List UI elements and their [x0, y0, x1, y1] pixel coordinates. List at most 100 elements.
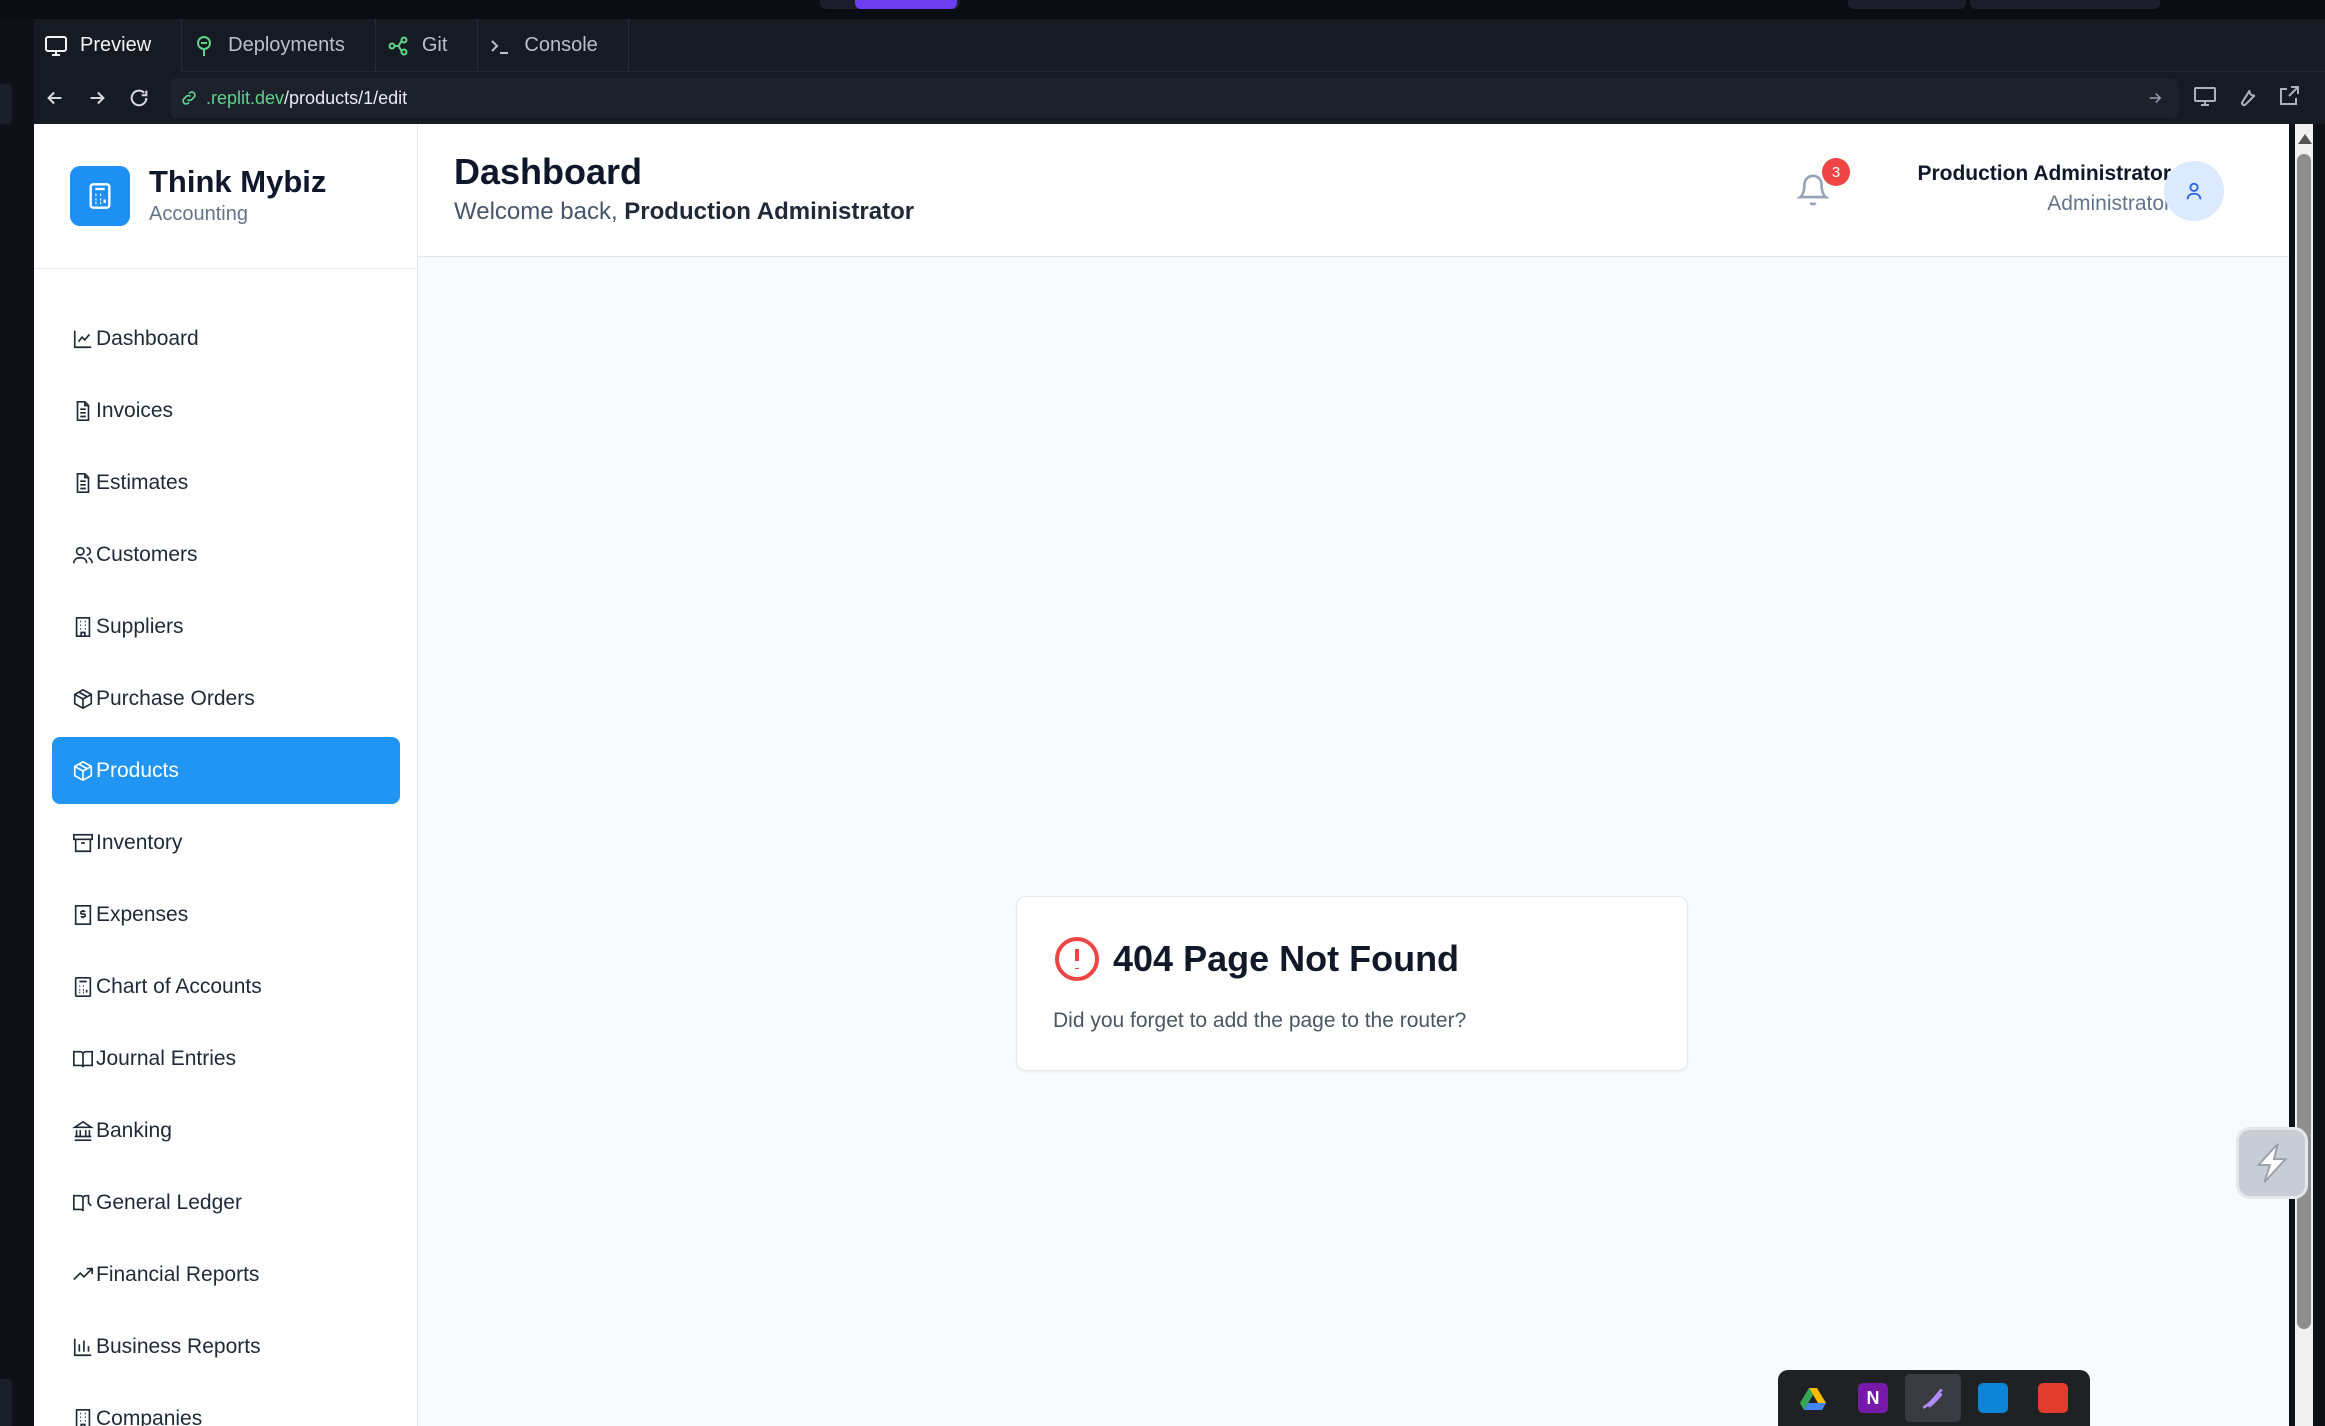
sidebar-item-general-ledger[interactable]: General Ledger	[52, 1169, 400, 1236]
sidebar-item-label: Customers	[96, 542, 198, 566]
ide-tab-bar: Preview Deployments Git Console	[34, 19, 2325, 72]
wrench-icon[interactable]	[2235, 84, 2259, 108]
url-input[interactable]: .replit.dev /products/1/edit	[170, 78, 2178, 118]
sidebar-item-label: Chart of Accounts	[96, 974, 262, 998]
avatar[interactable]	[2164, 161, 2224, 221]
tab-preview[interactable]: Preview	[34, 19, 183, 72]
sidebar-item-journal-entries[interactable]: Journal Entries	[52, 1025, 400, 1092]
sidebar-item-inventory[interactable]: Inventory	[52, 809, 400, 876]
sidebar-item-chart-of-accounts[interactable]: Chart of Accounts	[52, 953, 400, 1020]
sidebar-nav: Dashboard Invoices Estimates Customers S…	[52, 305, 400, 1426]
store-icon[interactable]	[1978, 1383, 2008, 1413]
receipt-icon	[74, 904, 92, 925]
landmark-icon	[72, 1120, 94, 1141]
gutter-mark	[0, 84, 12, 124]
file-text-icon	[76, 472, 90, 493]
not-found-message: Did you forget to add the page to the ro…	[1053, 1009, 1467, 1032]
welcome-prefix: Welcome back,	[454, 198, 618, 225]
pen-app-icon[interactable]	[1905, 1374, 1961, 1422]
building-icon	[75, 616, 91, 637]
sidebar-item-estimates[interactable]: Estimates	[52, 449, 400, 516]
sidebar-item-dashboard[interactable]: Dashboard	[52, 305, 400, 372]
sidebar-item-label: Purchase Orders	[96, 686, 255, 710]
tab-label: Console	[524, 34, 598, 56]
sidebar-item-business-reports[interactable]: Business Reports	[52, 1313, 400, 1380]
sidebar-item-suppliers[interactable]: Suppliers	[52, 593, 400, 660]
notification-badge: 3	[1822, 158, 1850, 186]
url-path: /products/1/edit	[284, 87, 408, 108]
left-gutter	[0, 19, 34, 1426]
trending-up-icon	[73, 1267, 93, 1280]
sidebar-item-financial-reports[interactable]: Financial Reports	[52, 1241, 400, 1308]
floating-assistant-button[interactable]	[2236, 1127, 2308, 1199]
brand-subtitle: Accounting	[149, 203, 248, 225]
user-name: Production Administrator	[1917, 162, 2171, 185]
not-found-heading: 404 Page Not Found	[1113, 938, 1460, 979]
arrow-left-icon	[47, 91, 62, 105]
sidebar-item-companies[interactable]: Companies	[52, 1385, 400, 1426]
sidebar-item-banking[interactable]: Banking	[52, 1097, 400, 1164]
gutter-mark	[0, 1379, 12, 1426]
go-arrow-icon[interactable]	[2146, 89, 2164, 107]
url-actions	[2193, 84, 2301, 108]
sidebar-item-label: Business Reports	[96, 1334, 261, 1358]
welcome-text: Welcome back, Production Administrator	[454, 198, 914, 226]
sidebar-item-label: Financial Reports	[96, 1262, 260, 1286]
tab-label: Git	[421, 34, 448, 56]
sidebar-item-label: Banking	[96, 1118, 172, 1142]
url-domain: .replit.dev	[206, 87, 285, 108]
tab-deployments[interactable]: Deployments	[182, 19, 376, 72]
drive-icon[interactable]	[1798, 1383, 1828, 1413]
package-icon	[73, 760, 93, 781]
sidebar-item-label: Journal Entries	[96, 1046, 237, 1070]
book-icon	[73, 1194, 92, 1211]
sidebar-item-label: Inventory	[96, 830, 183, 854]
sidebar-item-expenses[interactable]: Expenses	[52, 881, 400, 948]
back-button[interactable]	[34, 77, 76, 119]
book-open-icon	[73, 1050, 93, 1067]
onenote-icon[interactable]: N	[1858, 1383, 1888, 1413]
users-icon	[73, 546, 93, 563]
building-icon	[75, 1408, 91, 1426]
reload-icon	[130, 89, 148, 107]
deploy-icon	[197, 35, 212, 56]
bar-chart-icon	[73, 1338, 92, 1356]
git-icon	[388, 36, 408, 55]
sidebar-item-label: Products	[96, 758, 179, 782]
top-pill	[1848, 0, 1966, 9]
sidebar-item-label: Invoices	[96, 398, 174, 422]
chart-line-icon	[73, 330, 92, 348]
sidebar-item-label: Expenses	[96, 902, 189, 926]
sidebar-item-invoices[interactable]: Invoices	[52, 377, 400, 444]
brand[interactable]: Think Mybiz Accounting	[34, 124, 417, 269]
user-role: Administrator	[2047, 192, 2171, 215]
sidebar-item-label: Suppliers	[96, 614, 184, 638]
arrow-right-icon	[90, 91, 105, 105]
archive-icon	[73, 833, 93, 852]
forward-button[interactable]	[76, 77, 118, 119]
tab-label: Preview	[80, 34, 152, 56]
brand-name: Think Mybiz	[149, 164, 327, 199]
tab-git[interactable]: Git	[376, 19, 479, 72]
sidebar: Think Mybiz Accounting Dashboard Invoice…	[34, 124, 418, 1426]
vertical-scrollbar[interactable]	[2289, 124, 2325, 1426]
sidebar-item-label: General Ledger	[96, 1190, 242, 1214]
sidebar-item-label: Dashboard	[96, 326, 199, 350]
package-icon	[73, 688, 93, 709]
bolt-icon	[2256, 1143, 2288, 1183]
scroll-up-arrow-icon[interactable]	[2298, 134, 2312, 144]
sidebar-item-label: Companies	[96, 1406, 203, 1426]
external-link-icon[interactable]	[2277, 84, 2301, 108]
tab-label: Deployments	[228, 34, 345, 56]
reload-button[interactable]	[118, 77, 160, 119]
sidebar-item-purchase-orders[interactable]: Purchase Orders	[52, 665, 400, 732]
devices-icon[interactable]	[2193, 84, 2217, 108]
alert-circle-icon	[1055, 937, 1099, 981]
taskbar: N	[1778, 1370, 2090, 1426]
sidebar-item-products[interactable]: Products	[52, 737, 400, 804]
remote-icon[interactable]	[2038, 1383, 2068, 1413]
sidebar-item-customers[interactable]: Customers	[52, 521, 400, 588]
user-icon	[2186, 182, 2202, 200]
tab-console[interactable]: Console	[478, 19, 629, 72]
run-indicator[interactable]	[855, 0, 957, 9]
